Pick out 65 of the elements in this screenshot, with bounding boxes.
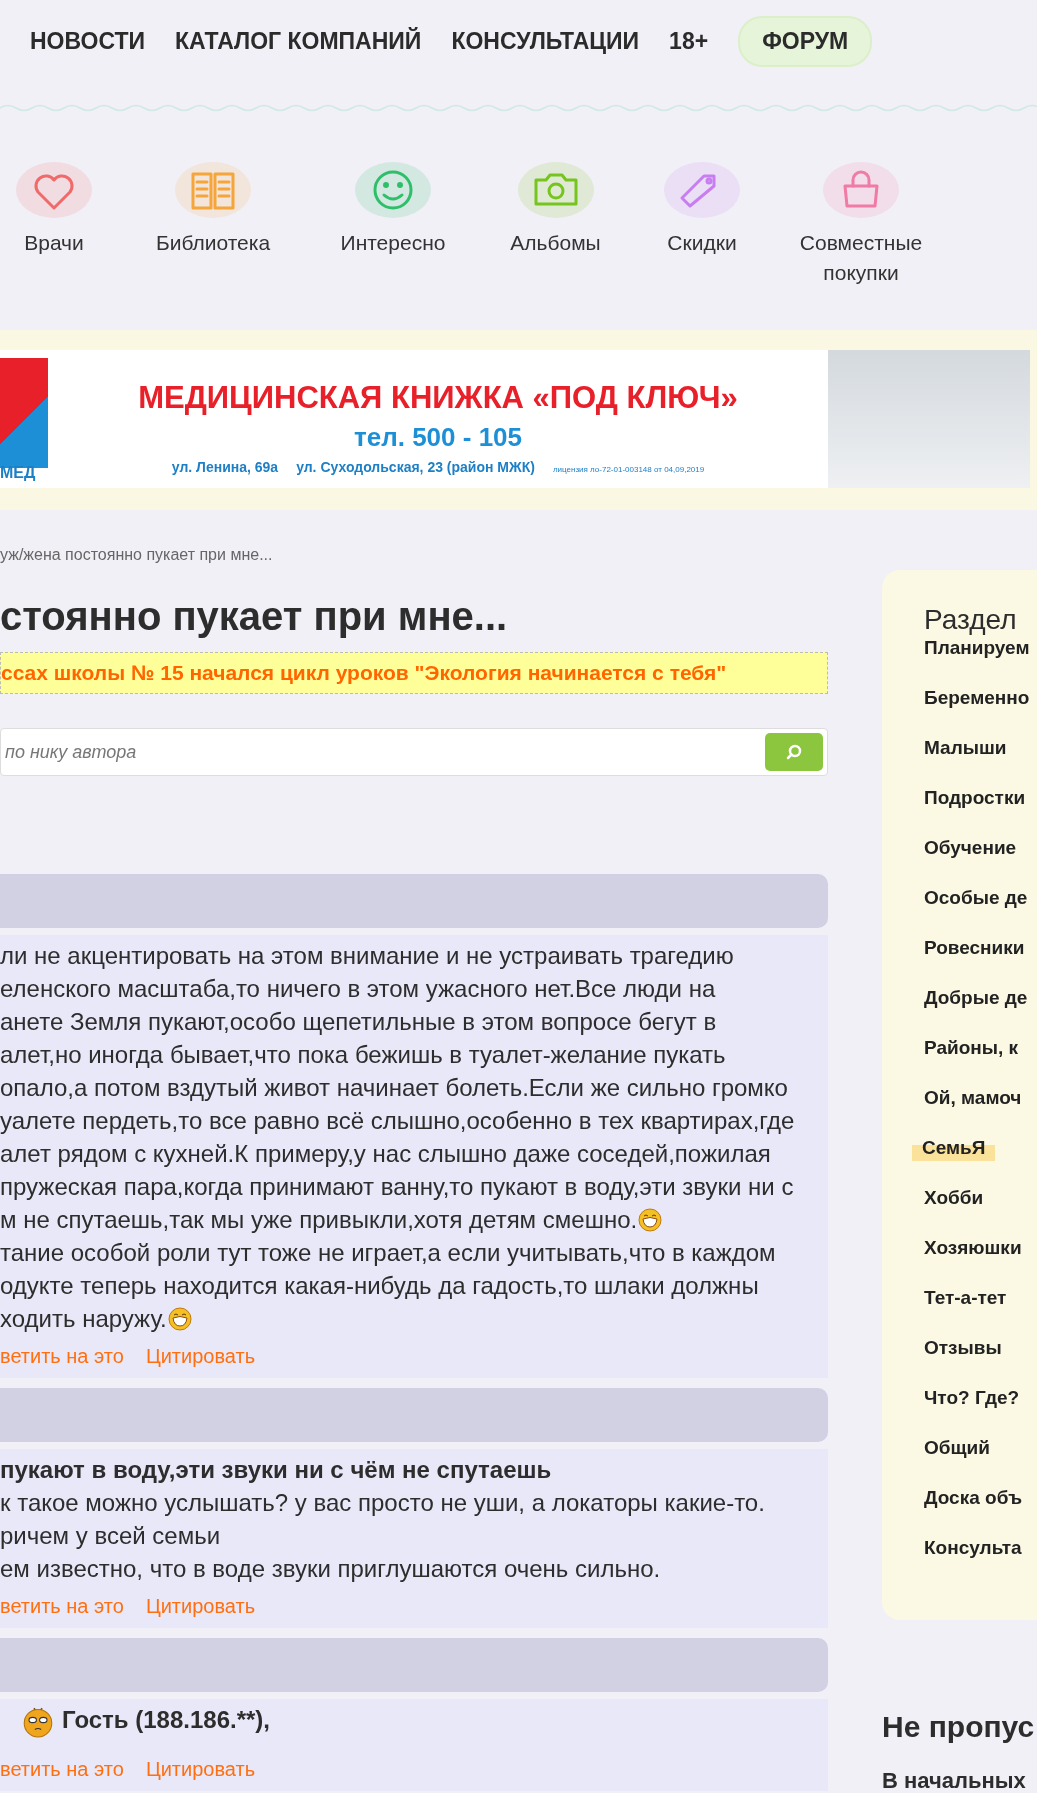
category-link[interactable]: Библиотека bbox=[108, 158, 318, 258]
section-link[interactable]: Хобби bbox=[924, 1180, 984, 1230]
post-text-line: тание особой роли тут тоже не играет,а если учитывать,что в каждом bbox=[0, 1238, 776, 1267]
section-link[interactable]: Районы, к bbox=[924, 1030, 1019, 1080]
laughing-emoticon-icon bbox=[638, 1207, 663, 1232]
post-text-line: еленского масштаба,то ничего в этом ужасного нет.Все люди на bbox=[0, 974, 716, 1003]
section-link[interactable]: Тет-а-тет bbox=[924, 1280, 1007, 1330]
section-link[interactable]: Добрые де bbox=[924, 980, 1028, 1030]
section-link[interactable]: Хозяюшки bbox=[924, 1230, 1022, 1280]
ad-phone: тел. 500 - 105 bbox=[354, 422, 522, 453]
ad-banner[interactable]: МЕД МЕДИЦИНСКАЯ КНИЖКА «ПОД КЛЮЧ» тел. 500 - 105 ул. Ленина, 69а ул. Суходольская, 23 (район МЖК) лицензия ло-72-01-003148 от 04,09,2019 bbox=[0, 350, 1030, 488]
section-link[interactable]: Ровесники bbox=[924, 930, 1025, 980]
section-heading: Не пропус bbox=[882, 1710, 1036, 1744]
laughing-emoticon-icon bbox=[167, 1306, 192, 1331]
post-text-line: ходить наружу. bbox=[0, 1304, 167, 1333]
section-link[interactable]: Ой, мамоч bbox=[924, 1080, 1022, 1130]
post-text-line: м не спутаешь,так мы уже привыкли,хотя детям смешно. bbox=[0, 1205, 638, 1234]
search-input[interactable]: по нику автора bbox=[1, 741, 765, 763]
section-link[interactable]: Планируем bbox=[924, 636, 1030, 680]
ad-headline: МЕДИЦИНСКАЯ КНИЖКА «ПОД КЛЮЧ» bbox=[138, 380, 738, 416]
category-link[interactable]: Альбомы bbox=[468, 158, 643, 258]
category-link[interactable]: Интересно bbox=[318, 158, 468, 258]
author-name[interactable]: Гость (188.186.**), bbox=[62, 1705, 271, 1734]
breadcrumb: уж/жена постоянно пукает при мне... bbox=[0, 546, 274, 564]
post-text-line: ем известно, что в воде звуки приглушаются очень сильно. bbox=[0, 1554, 661, 1583]
ad-address: ул. Суходольская, 23 (район МЖК) bbox=[296, 459, 535, 475]
ad-license: лицензия ло-72-01-003148 от 04,09,2019 bbox=[552, 465, 705, 474]
search-field[interactable]: по нику автора bbox=[0, 728, 828, 776]
post-text-line: анете Земля пукают,особо щепетильные в этом вопросе бегут в bbox=[0, 1007, 717, 1036]
post-text-line: одукте теперь находится какая-нибудь да гадость,то шлаки должны bbox=[0, 1271, 759, 1300]
nav-link[interactable]: КОНСУЛЬТАЦИИ bbox=[451, 15, 640, 67]
nav-link[interactable]: КАТАЛОГ КОМПАНИЙ bbox=[175, 15, 422, 67]
post-text-line: ли не акцентировать на этом внимание и не устраивать трагедию bbox=[0, 941, 734, 970]
category-link[interactable]: Совместные покупки bbox=[761, 158, 961, 288]
nav-link[interactable]: 18+ bbox=[669, 15, 709, 67]
news-text: В начальных bbox=[882, 1768, 1027, 1793]
search-button[interactable] bbox=[765, 733, 823, 771]
section-link[interactable]: Что? Где? bbox=[924, 1380, 1020, 1430]
post-text-line: ричем у всей семьи bbox=[0, 1521, 221, 1550]
quoted-text: пукают в воду,эти звуки ни с чём не спутаешь bbox=[0, 1455, 552, 1484]
section-link[interactable]: Обучение bbox=[924, 830, 1017, 880]
section-link[interactable]: Общий bbox=[924, 1430, 990, 1480]
page-title: стоянно пукает при мне... bbox=[0, 594, 509, 638]
section-link[interactable]: Консульта bbox=[924, 1530, 1022, 1580]
search-icon bbox=[784, 742, 804, 762]
post-text-line: опало,а потом вздутый живот начинает болеть.Если же сильно громко bbox=[0, 1073, 788, 1102]
logo-icon bbox=[0, 358, 48, 468]
nav-link[interactable]: ФОРУМ bbox=[738, 15, 873, 67]
section-link[interactable]: Особые де bbox=[924, 880, 1028, 930]
nav-link[interactable]: НОВОСТИ bbox=[30, 15, 146, 67]
post-text-line: к такое можно услышать? у вас просто не уши, а локаторы какие-то. bbox=[0, 1488, 765, 1517]
post-text-line: уалете пердеть,то все равно всё слышно,особенно в тех квартирах,где bbox=[0, 1106, 795, 1135]
section-link[interactable]: Подростки bbox=[924, 780, 1026, 830]
post-text-line: пружеская пара,когда принимают ванну,то пукают в воду,эти звуки ни с bbox=[0, 1172, 794, 1201]
panel-title: Раздел bbox=[924, 604, 1018, 636]
category-link[interactable]: Скидки bbox=[643, 158, 761, 258]
section-link[interactable]: Доска объ bbox=[924, 1480, 1022, 1530]
ad-address: ул. Ленина, 69а bbox=[171, 459, 279, 475]
section-link[interactable]: Беременно bbox=[924, 680, 1030, 730]
category-link[interactable]: Врачи bbox=[0, 158, 108, 258]
section-link[interactable]: Отзывы bbox=[924, 1330, 1002, 1380]
section-link[interactable]: Малыши bbox=[924, 730, 1007, 780]
post-text-line: алет,но иногда бывает,что пока бежишь в туалет-желание пукать bbox=[0, 1040, 726, 1069]
logo-text: МЕД bbox=[0, 464, 36, 482]
post-text-line: алет рядом с кухней.К примеру,у нас слышно даже соседей,пожилая bbox=[0, 1139, 771, 1168]
